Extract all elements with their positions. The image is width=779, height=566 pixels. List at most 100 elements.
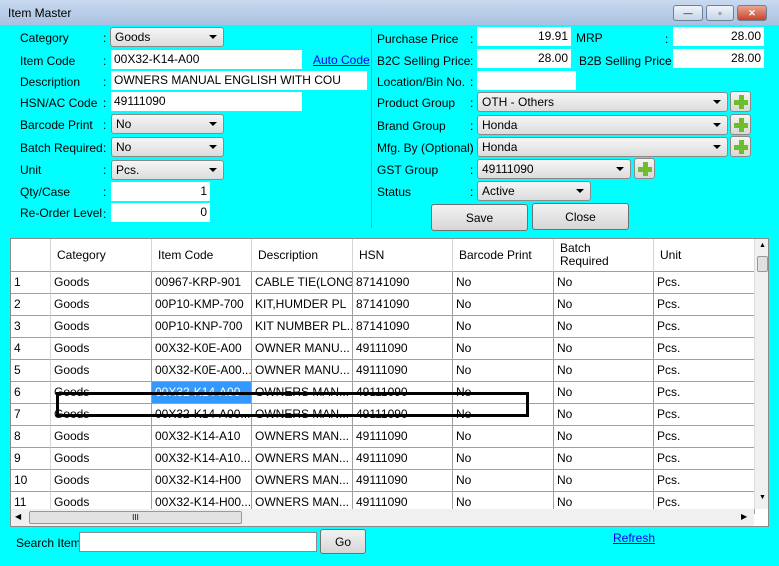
grid-cell[interactable]: No xyxy=(453,426,554,448)
grid-cell[interactable]: No xyxy=(453,294,554,316)
grid-cell[interactable]: No xyxy=(453,360,554,382)
grid-cell[interactable]: No xyxy=(554,294,654,316)
grid-cell[interactable]: 49111090 xyxy=(353,448,453,470)
grid-cell[interactable]: OWNER MANU... xyxy=(252,338,353,360)
add-product-group-plus-icon[interactable] xyxy=(730,91,751,112)
grid-cell[interactable]: Goods xyxy=(51,448,152,470)
b2c-price-input[interactable]: 28.00 xyxy=(477,49,571,68)
grid-cell[interactable]: 00X32-K0E-A00 xyxy=(152,338,252,360)
grid-cell[interactable]: KIT NUMBER PL... xyxy=(252,316,353,338)
qty-case-input[interactable]: 1 xyxy=(111,182,210,201)
close-button[interactable]: Close xyxy=(532,203,629,230)
mrp-input[interactable]: 28.00 xyxy=(673,27,764,46)
auto-code-link[interactable]: Auto Code xyxy=(313,53,370,67)
grid-cell[interactable]: 87141090 xyxy=(353,294,453,316)
column-header[interactable]: Barcode Print xyxy=(453,239,554,272)
grid-cell[interactable]: 87141090 xyxy=(353,316,453,338)
grid-cell[interactable]: 49111090 xyxy=(353,360,453,382)
vertical-scroll-thumb[interactable] xyxy=(757,256,768,272)
grid-cell[interactable]: No xyxy=(453,470,554,492)
add-brand-group-plus-icon[interactable] xyxy=(730,114,751,135)
save-button[interactable]: Save xyxy=(431,204,528,231)
grid-cell[interactable]: Pcs. xyxy=(654,338,755,360)
scroll-left-icon[interactable]: ◀ xyxy=(15,512,21,521)
grid-cell[interactable]: Pcs. xyxy=(654,382,755,404)
grid-cell[interactable]: 00X32-K0E-A00... xyxy=(152,360,252,382)
add-mfg-plus-icon[interactable] xyxy=(730,136,751,157)
maximize-button[interactable]: ▫ xyxy=(706,5,734,21)
grid-cell[interactable]: No xyxy=(554,272,654,294)
vertical-scrollbar[interactable]: ▲ ▼ xyxy=(754,239,768,509)
grid-cell[interactable]: No xyxy=(453,338,554,360)
grid-cell[interactable]: 00X32-K14-A00 xyxy=(152,382,252,404)
grid-cell[interactable]: OWNER MANU... xyxy=(252,360,353,382)
grid-cell[interactable]: 00X32-K14-A10 xyxy=(152,426,252,448)
grid-cell[interactable]: Pcs. xyxy=(654,294,755,316)
status-select[interactable]: Active xyxy=(477,181,591,201)
scroll-up-icon[interactable]: ▲ xyxy=(759,242,766,249)
grid-cell[interactable]: 87141090 xyxy=(353,272,453,294)
gst-group-select[interactable]: 49111090 xyxy=(477,159,631,179)
grid-cell[interactable]: 00P10-KMP-700 xyxy=(152,294,252,316)
grid-cell[interactable]: Goods xyxy=(51,470,152,492)
items-grid[interactable]: Category Item Code Description HSN Barcode P… xyxy=(10,238,769,527)
b2b-price-input[interactable]: 28.00 xyxy=(673,49,764,68)
grid-cell[interactable]: Goods xyxy=(51,426,152,448)
grid-cell[interactable]: Goods xyxy=(51,404,152,426)
grid-cell[interactable]: Goods xyxy=(51,316,152,338)
search-item-input[interactable] xyxy=(79,532,317,552)
grid-cell[interactable]: Pcs. xyxy=(654,316,755,338)
grid-cell[interactable]: No xyxy=(453,382,554,404)
grid-cell[interactable]: No xyxy=(453,448,554,470)
purchase-price-input[interactable]: 19.91 xyxy=(477,27,571,46)
refresh-link[interactable]: Refresh xyxy=(613,531,655,545)
grid-cell[interactable]: No xyxy=(554,404,654,426)
scroll-down-icon[interactable]: ▼ xyxy=(759,494,766,501)
column-header[interactable]: HSN xyxy=(353,239,453,272)
grid-cell[interactable]: No xyxy=(554,338,654,360)
category-select[interactable]: Goods xyxy=(110,27,224,47)
minimize-button[interactable]: — xyxy=(673,5,703,21)
grid-cell[interactable]: 49111090 xyxy=(353,382,453,404)
hsn-input[interactable]: 49111090 xyxy=(111,92,302,111)
close-window-button[interactable]: ✕ xyxy=(737,5,767,21)
mfg-by-select[interactable]: Honda xyxy=(477,137,728,157)
brand-group-select[interactable]: Honda xyxy=(477,115,728,135)
grid-cell[interactable]: No xyxy=(554,360,654,382)
grid-cell[interactable]: OWNERS MAN... xyxy=(252,382,353,404)
grid-cell[interactable]: Pcs. xyxy=(654,272,755,294)
column-header[interactable]: Description xyxy=(252,239,353,272)
grid-cell[interactable]: Goods xyxy=(51,360,152,382)
grid-cell[interactable]: OWNERS MAN... xyxy=(252,448,353,470)
grid-cell[interactable]: Goods xyxy=(51,338,152,360)
grid-cell[interactable]: No xyxy=(554,470,654,492)
horizontal-scroll-thumb[interactable]: III xyxy=(29,511,242,524)
scroll-right-icon[interactable]: ▶ xyxy=(741,512,747,521)
grid-cell[interactable]: Goods xyxy=(51,382,152,404)
grid-cell[interactable]: Pcs. xyxy=(654,426,755,448)
grid-cell[interactable]: 49111090 xyxy=(353,404,453,426)
item-code-input[interactable]: 00X32-K14-A00 xyxy=(111,50,302,69)
reorder-level-input[interactable]: 0 xyxy=(111,203,210,222)
grid-cell[interactable]: No xyxy=(453,272,554,294)
grid-cell[interactable]: No xyxy=(453,404,554,426)
grid-cell[interactable]: 00967-KRP-901 xyxy=(152,272,252,294)
grid-cell[interactable]: Pcs. xyxy=(654,448,755,470)
barcode-print-select[interactable]: No xyxy=(111,114,224,134)
product-group-select[interactable]: OTH - Others xyxy=(477,92,728,112)
grid-cell[interactable]: 00X32-K14-A10... xyxy=(152,448,252,470)
grid-cell[interactable]: OWNERS MAN... xyxy=(252,426,353,448)
grid-cell[interactable]: No xyxy=(554,316,654,338)
column-header[interactable]: Category xyxy=(51,239,152,272)
grid-cell[interactable]: Pcs. xyxy=(654,470,755,492)
add-gst-group-plus-icon[interactable] xyxy=(634,158,655,179)
grid-cell[interactable]: No xyxy=(554,382,654,404)
grid-cell[interactable]: 49111090 xyxy=(353,338,453,360)
grid-cell[interactable]: 49111090 xyxy=(353,426,453,448)
grid-cell[interactable]: No xyxy=(453,316,554,338)
grid-cell[interactable]: KIT,HUMDER PL xyxy=(252,294,353,316)
grid-cell[interactable]: No xyxy=(554,448,654,470)
grid-cell[interactable]: Goods xyxy=(51,272,152,294)
grid-cell[interactable]: Goods xyxy=(51,294,152,316)
column-header[interactable]: Item Code xyxy=(152,239,252,272)
